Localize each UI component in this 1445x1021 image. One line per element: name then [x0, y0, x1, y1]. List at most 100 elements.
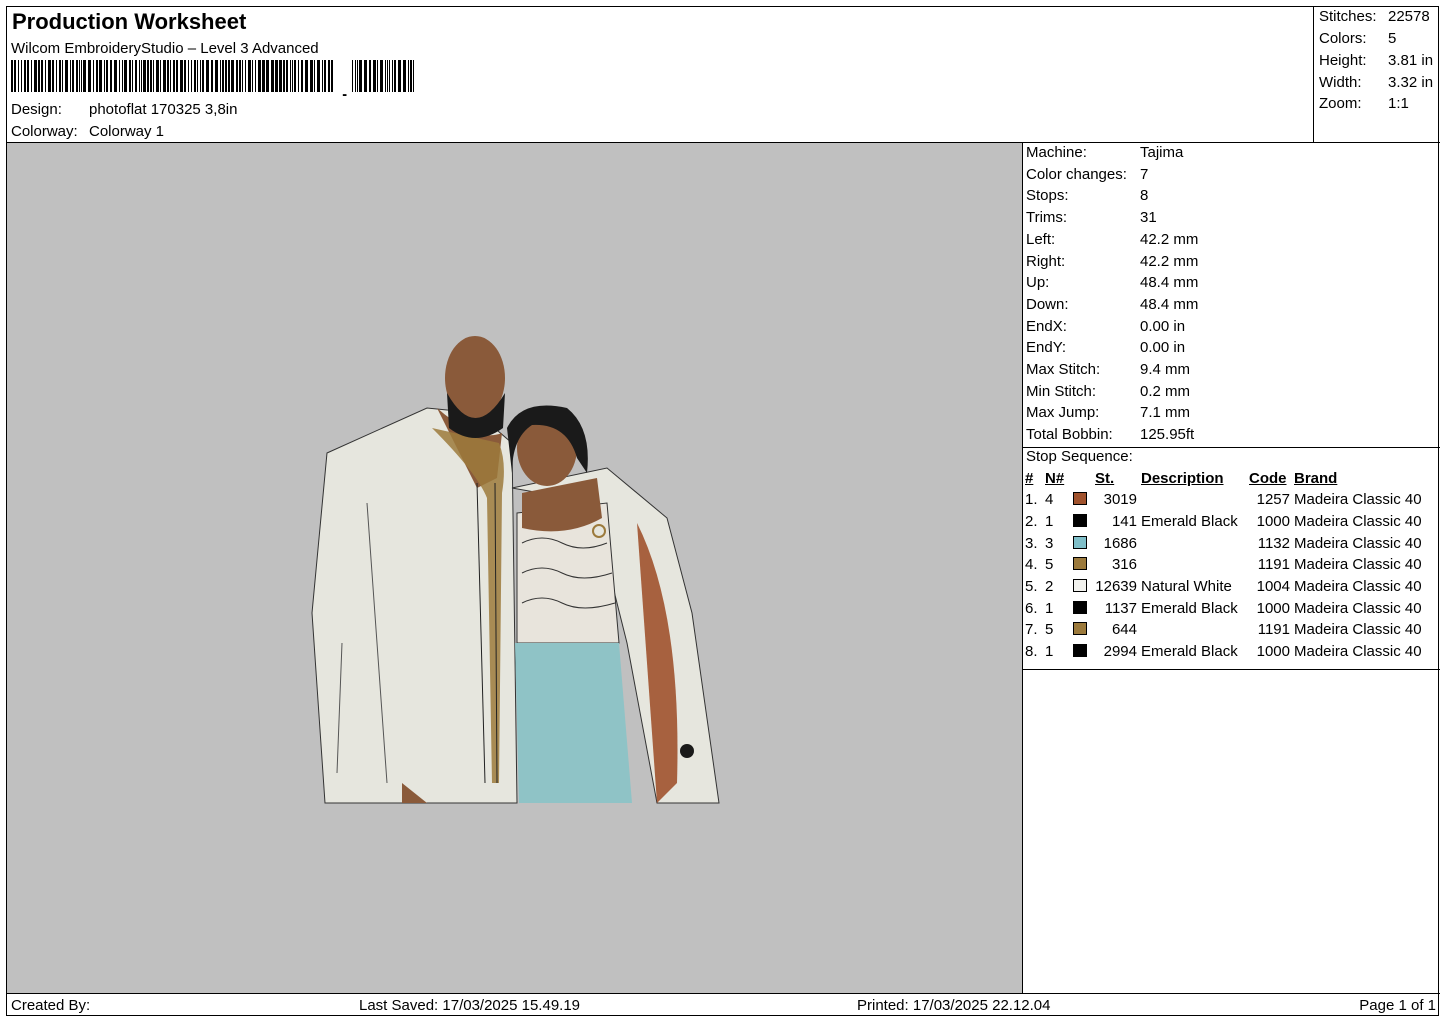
- info-value: 0.00 in: [1140, 339, 1186, 357]
- stop-description: [1141, 554, 1249, 576]
- height-value: 3.81 in: [1388, 52, 1434, 69]
- info-label: Max Jump:: [1026, 404, 1100, 422]
- stop-brand: Madeira Classic 40: [1294, 578, 1422, 596]
- software-name: Wilcom EmbroideryStudio – Level 3 Advanc…: [11, 40, 319, 57]
- col-index: #: [1025, 470, 1034, 487]
- stop-index: 4.: [1025, 556, 1038, 574]
- created-by: Created By:: [11, 997, 91, 1014]
- stop-brand: Madeira Classic 40: [1294, 556, 1422, 574]
- design-label: Design:: [11, 101, 62, 118]
- stop-description: Emerald Black: [1141, 513, 1238, 531]
- machine-info-row: Min Stitch: 0.2 mm: [1026, 383, 1190, 403]
- info-label: Min Stitch:: [1026, 382, 1097, 400]
- stop-index: 6.: [1025, 599, 1038, 617]
- info-value: 31: [1140, 209, 1157, 227]
- colors-row: Colors: 5: [1319, 30, 1439, 47]
- width-label: Width:: [1319, 74, 1362, 91]
- color-swatch: [1073, 579, 1087, 593]
- height-label: Height:: [1319, 52, 1367, 69]
- stop-row: 8. 1 2994 Emerald Black 1000 Madeira Classic …: [1025, 641, 1424, 663]
- stop-row: 5. 2 12639 Natural White 1004 Madeira Classic…: [1025, 576, 1424, 598]
- info-value: 7.1 mm: [1140, 404, 1191, 422]
- stop-needle: 1: [1045, 643, 1054, 661]
- color-swatch: [1073, 600, 1087, 614]
- machine-info-row: Up: 48.4 mm: [1026, 274, 1198, 294]
- stop-brand: Madeira Classic 40: [1294, 643, 1422, 661]
- width-value: 3.32 in: [1388, 74, 1434, 91]
- stop-stitches: 12639: [1095, 578, 1137, 596]
- stop-needle: 1: [1045, 599, 1054, 617]
- zoom-row: Zoom: 1:1: [1319, 95, 1439, 112]
- stop-swatch: [1073, 576, 1095, 598]
- stop-sequence-table: # N# St. Description Code Brand 1. 4 3019 1…: [1025, 468, 1424, 663]
- stop-index: 1.: [1025, 491, 1038, 509]
- color-swatch: [1073, 622, 1087, 636]
- stop-swatch: [1073, 641, 1095, 663]
- stop-description: Emerald Black: [1141, 599, 1238, 617]
- stop-brand: Madeira Classic 40: [1294, 621, 1422, 639]
- info-value: 48.4 mm: [1140, 274, 1199, 292]
- info-label: Max Stitch:: [1026, 361, 1101, 378]
- barcode: ,: [11, 60, 414, 96]
- last-saved: Last Saved: 17/03/2025 15.49.19: [359, 997, 581, 1014]
- zoom-value: 1:1: [1388, 95, 1409, 112]
- col-swatch: [1073, 468, 1095, 489]
- machine-info-row: Machine: Tajima: [1026, 144, 1183, 164]
- stop-code: 1257: [1256, 491, 1290, 509]
- color-swatch: [1073, 535, 1087, 549]
- stop-needle: 3: [1045, 534, 1054, 552]
- page-number: Page 1 of 1: [1359, 997, 1436, 1014]
- stop-swatch: [1073, 489, 1095, 511]
- colors-value: 5: [1388, 30, 1397, 47]
- machine-info-row: EndX: 0.00 in: [1026, 318, 1185, 338]
- info-value: Tajima: [1140, 144, 1184, 161]
- stop-row: 3. 3 1686 1132 Madeira Classic 40: [1025, 532, 1424, 554]
- brooch: [592, 524, 606, 538]
- info-label: Right:: [1026, 252, 1066, 270]
- color-swatch: [1073, 514, 1087, 528]
- stitches-value: 22578: [1388, 8, 1430, 25]
- machine-info-row: Down: 48.4 mm: [1026, 296, 1198, 316]
- machine-info-row: Left: 42.2 mm: [1026, 231, 1198, 251]
- stop-needle: 2: [1045, 578, 1054, 596]
- color-swatch: [1073, 557, 1087, 571]
- stop-description: Natural White: [1141, 578, 1232, 596]
- stop-sequence-header: # N# St. Description Code Brand: [1025, 468, 1424, 489]
- info-label: EndX:: [1026, 317, 1067, 335]
- stop-index: 2.: [1025, 513, 1038, 531]
- info-value: 8: [1140, 187, 1149, 205]
- stop-code: 1000: [1256, 599, 1290, 617]
- page-title: Production Worksheet: [12, 9, 247, 34]
- stitches-label: Stitches:: [1319, 8, 1377, 25]
- embroidery-design-image: [311, 336, 720, 804]
- machine-info-row: EndY: 0.00 in: [1026, 339, 1185, 359]
- info-label: Stops:: [1026, 187, 1069, 205]
- stop-stitches: 1137: [1104, 599, 1137, 617]
- stop-row: 7. 5 644 1191 Madeira Classic 40: [1025, 619, 1424, 641]
- stop-brand: Madeira Classic 40: [1294, 513, 1422, 531]
- svg-text:,: ,: [341, 74, 348, 96]
- info-value: 42.2 mm: [1140, 252, 1199, 270]
- stop-sequence-title: Stop Sequence:: [1026, 448, 1133, 465]
- design-preview: [7, 143, 1023, 993]
- colorway-row: Colorway: Colorway 1: [11, 123, 164, 140]
- stop-description: Emerald Black: [1141, 643, 1238, 661]
- design-summary: Stitches: 22578 Colors: 5 Height: 3.81 in W…: [1314, 7, 1440, 143]
- stop-needle: 4: [1045, 491, 1054, 509]
- stop-code: 1191: [1257, 621, 1290, 639]
- stop-index: 3.: [1025, 534, 1038, 552]
- info-label: EndY:: [1026, 339, 1067, 357]
- stop-index: 8.: [1025, 643, 1038, 661]
- info-value: 48.4 mm: [1140, 295, 1199, 313]
- stop-stitches: 316: [1111, 556, 1137, 574]
- info-label: Left:: [1026, 230, 1056, 248]
- stop-stitches: 3019: [1103, 491, 1137, 509]
- stop-description: [1141, 619, 1249, 641]
- stop-code: 1191: [1257, 556, 1290, 574]
- info-label: Down:: [1026, 295, 1069, 313]
- stop-stitches: 141: [1111, 513, 1137, 531]
- col-code: Code: [1249, 470, 1287, 487]
- machine-info-row: Total Bobbin: 125.95ft: [1026, 426, 1194, 446]
- stop-brand: Madeira Classic 40: [1294, 599, 1422, 617]
- stop-code: 1132: [1257, 534, 1290, 552]
